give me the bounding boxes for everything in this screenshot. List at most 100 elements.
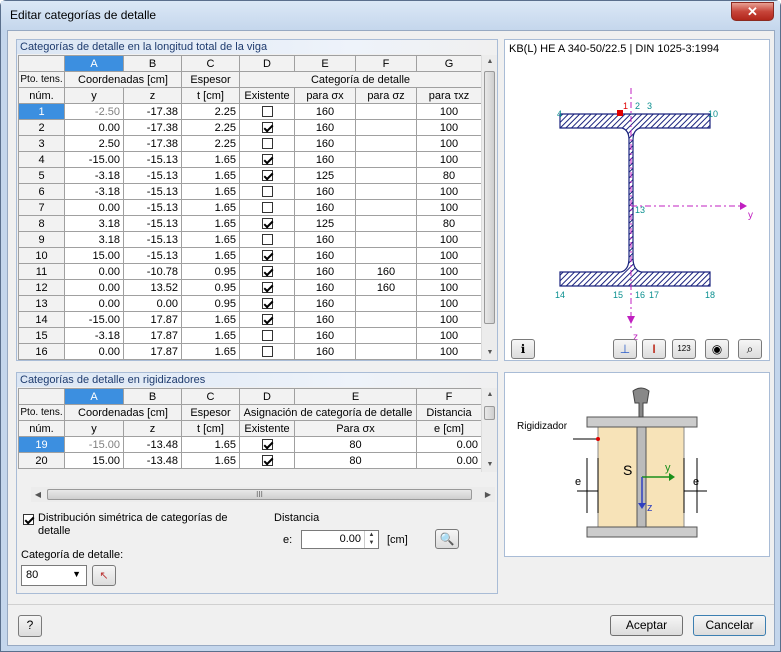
cell-z[interactable]: 17.87 bbox=[123, 327, 182, 344]
cell-tau-xz[interactable]: 100 bbox=[416, 103, 482, 120]
cell-tau-xz[interactable]: 100 bbox=[416, 263, 482, 280]
cell-existente[interactable] bbox=[239, 135, 295, 152]
cell-sigma-z[interactable] bbox=[355, 103, 417, 120]
cell-z[interactable]: -15.13 bbox=[123, 247, 182, 264]
stiff-scroll-down-arrow-icon[interactable]: ▼ bbox=[482, 458, 498, 472]
cell-t[interactable]: 2.25 bbox=[181, 135, 240, 152]
row-number[interactable]: 3 bbox=[18, 135, 65, 152]
category-select[interactable]: 80 ▼ bbox=[21, 565, 87, 586]
row-number[interactable]: 14 bbox=[18, 311, 65, 328]
existente-checkbox[interactable] bbox=[261, 138, 273, 150]
cell-sigma-x[interactable]: 160 bbox=[294, 103, 356, 120]
scroll-left-arrow-icon[interactable]: ◀ bbox=[31, 487, 45, 502]
cell-sigma-z[interactable] bbox=[355, 343, 417, 360]
existente-checkbox[interactable] bbox=[261, 266, 273, 278]
cell-sigma-x[interactable]: 160 bbox=[294, 231, 356, 248]
cell-z[interactable]: -17.38 bbox=[123, 119, 182, 136]
cell-existente[interactable] bbox=[239, 183, 295, 200]
ok-button[interactable]: Aceptar bbox=[610, 615, 683, 636]
table-row[interactable]: 1 -2.50 -17.38 2.25 160 100 bbox=[18, 103, 482, 120]
cell-sigma-x[interactable]: 160 bbox=[294, 183, 356, 200]
row-number[interactable]: 16 bbox=[18, 343, 65, 360]
row-number[interactable]: 10 bbox=[18, 247, 65, 264]
cell-sigma-z[interactable] bbox=[355, 183, 417, 200]
cell-t[interactable]: 1.65 bbox=[181, 199, 240, 216]
cell-z[interactable]: 0.00 bbox=[123, 295, 182, 312]
cell-sigma-x[interactable]: 160 bbox=[294, 279, 356, 296]
cell-sigma-z[interactable] bbox=[355, 135, 417, 152]
row-number[interactable]: 15 bbox=[18, 327, 65, 344]
cell-y[interactable]: 0.00 bbox=[64, 279, 124, 296]
stiff-col-letter-c[interactable]: C bbox=[181, 388, 240, 405]
measure-distance-button[interactable]: 🔍 bbox=[435, 529, 459, 549]
table-row[interactable]: 3 2.50 -17.38 2.25 160 100 bbox=[18, 135, 482, 152]
cell-sigma-x[interactable]: 160 bbox=[294, 135, 356, 152]
row-number[interactable]: 8 bbox=[18, 215, 65, 232]
table-row[interactable]: 13 0.00 0.00 0.95 160 100 bbox=[18, 295, 482, 312]
cell-z[interactable]: -15.13 bbox=[123, 151, 182, 168]
cell-sigma-x[interactable]: 125 bbox=[294, 215, 356, 232]
cell-sigma-z[interactable] bbox=[355, 231, 417, 248]
cell-tau-xz[interactable]: 100 bbox=[416, 151, 482, 168]
cell-z[interactable]: -17.38 bbox=[123, 135, 182, 152]
scroll-down-arrow-icon[interactable]: ▼ bbox=[482, 346, 498, 360]
cell-sigma-x[interactable]: 80 bbox=[294, 436, 417, 453]
cell-z[interactable]: -13.48 bbox=[123, 452, 182, 469]
cell-sigma-z[interactable]: 160 bbox=[355, 279, 417, 296]
cell-z[interactable]: -10.78 bbox=[123, 263, 182, 280]
cell-existente[interactable] bbox=[239, 119, 295, 136]
cell-y[interactable]: -3.18 bbox=[64, 167, 124, 184]
cell-z[interactable]: -15.13 bbox=[123, 167, 182, 184]
table-row[interactable]: 6 -3.18 -15.13 1.65 160 100 bbox=[18, 183, 482, 200]
stiff-col-letter-d[interactable]: D bbox=[239, 388, 295, 405]
stiff-col-letter-a[interactable]: A bbox=[64, 388, 124, 405]
cancel-button[interactable]: Cancelar bbox=[693, 615, 766, 636]
cell-z[interactable]: -15.13 bbox=[123, 183, 182, 200]
table-row[interactable]: 15 -3.18 17.87 1.65 160 100 bbox=[18, 327, 482, 344]
cell-tau-xz[interactable]: 100 bbox=[416, 247, 482, 264]
cell-tau-xz[interactable]: 100 bbox=[416, 231, 482, 248]
cell-t[interactable]: 1.65 bbox=[181, 343, 240, 360]
cell-y[interactable]: -3.18 bbox=[64, 327, 124, 344]
col-letter-g[interactable]: G bbox=[416, 55, 482, 72]
table-row[interactable]: 19 -15.00 -13.48 1.65 80 0.00 bbox=[18, 436, 482, 453]
stiff-vertical-scrollbar[interactable]: ▲ ▼ bbox=[481, 388, 497, 472]
e-spinner[interactable]: ▲ ▼ bbox=[364, 531, 378, 548]
cell-t[interactable]: 1.65 bbox=[181, 327, 240, 344]
row-number[interactable]: 9 bbox=[18, 231, 65, 248]
scroll-thumb[interactable] bbox=[484, 71, 495, 324]
cell-t[interactable]: 2.25 bbox=[181, 119, 240, 136]
view-button[interactable]: ◉ bbox=[705, 339, 729, 359]
cell-y[interactable]: 0.00 bbox=[64, 295, 124, 312]
cell-z[interactable]: 17.87 bbox=[123, 343, 182, 360]
col-letter-d[interactable]: D bbox=[239, 55, 295, 72]
cell-sigma-z[interactable] bbox=[355, 327, 417, 344]
cell-existente[interactable] bbox=[239, 103, 295, 120]
cell-tau-xz[interactable]: 100 bbox=[416, 199, 482, 216]
cell-z[interactable]: -17.38 bbox=[123, 103, 182, 120]
cell-t[interactable]: 1.65 bbox=[181, 247, 240, 264]
cell-tau-xz[interactable]: 80 bbox=[416, 167, 482, 184]
cell-sigma-x[interactable]: 160 bbox=[294, 263, 356, 280]
cell-y[interactable]: -15.00 bbox=[64, 151, 124, 168]
existente-checkbox[interactable] bbox=[261, 202, 273, 214]
cell-t[interactable]: 2.25 bbox=[181, 103, 240, 120]
col-letter-f[interactable]: F bbox=[355, 55, 417, 72]
cell-existente[interactable] bbox=[239, 343, 295, 360]
horizontal-scrollbar[interactable]: ◀ III ▶ bbox=[31, 487, 495, 502]
cell-sigma-z[interactable] bbox=[355, 247, 417, 264]
table-row[interactable]: 5 -3.18 -15.13 1.65 125 80 bbox=[18, 167, 482, 184]
cell-sigma-x[interactable]: 125 bbox=[294, 167, 356, 184]
row-number[interactable]: 2 bbox=[18, 119, 65, 136]
stiff-scroll-up-arrow-icon[interactable]: ▲ bbox=[482, 388, 498, 402]
cell-t[interactable]: 1.65 bbox=[181, 151, 240, 168]
cell-sigma-z[interactable] bbox=[355, 295, 417, 312]
hscroll-thumb[interactable]: III bbox=[47, 489, 472, 500]
cell-existente[interactable] bbox=[239, 263, 295, 280]
row-number[interactable]: 19 bbox=[18, 436, 65, 453]
cell-tau-xz[interactable]: 100 bbox=[416, 295, 482, 312]
row-number[interactable]: 20 bbox=[18, 452, 65, 469]
cell-sigma-z[interactable] bbox=[355, 199, 417, 216]
cell-y[interactable]: 15.00 bbox=[64, 452, 124, 469]
existente-checkbox[interactable] bbox=[261, 106, 273, 118]
